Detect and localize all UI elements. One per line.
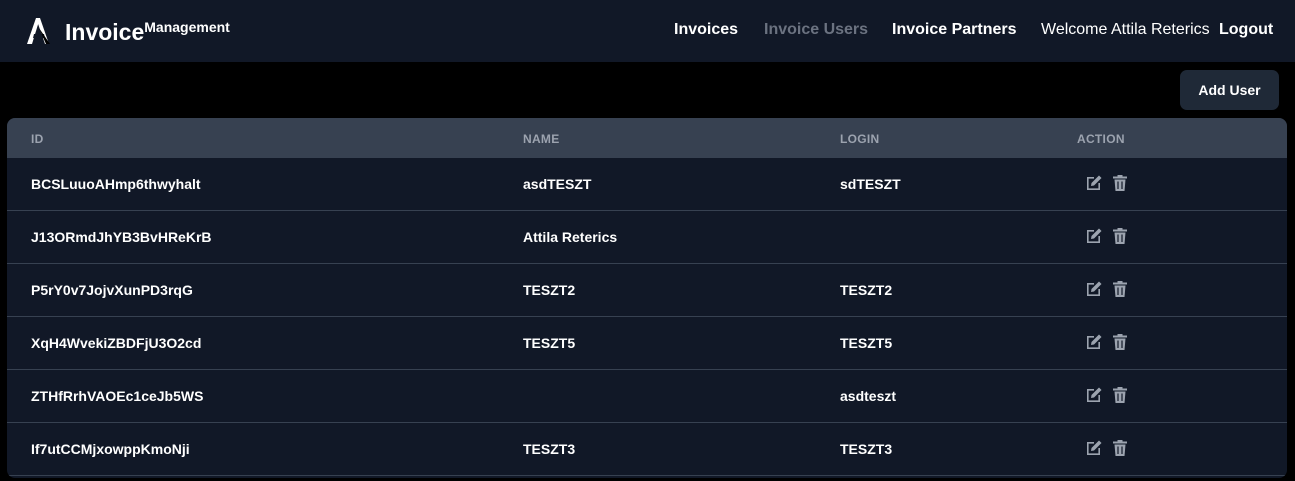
edit-icon[interactable] <box>1085 174 1103 192</box>
brand-title: Invoice <box>65 19 145 45</box>
trash-icon[interactable] <box>1111 280 1129 298</box>
trash-icon[interactable] <box>1111 386 1129 404</box>
cell-name: TESZT3 <box>523 441 576 457</box>
nav-invoice-partners[interactable]: Invoice Partners <box>892 20 1017 40</box>
cell-login: TESZT2 <box>840 282 893 298</box>
cell-id: If7utCCMjxowppKmoNji <box>31 441 190 457</box>
users-table: ID NAME LOGIN ACTION BCSLuuoAHmp6thwyhal… <box>7 118 1287 478</box>
table-header: ID NAME LOGIN ACTION <box>7 118 1287 158</box>
cell-name: TESZT5 <box>523 335 576 351</box>
cell-name: asdTESZT <box>523 176 592 192</box>
brand[interactable]: Invoice Management <box>24 14 230 48</box>
cell-login: sdTESZT <box>840 176 901 192</box>
table-row: P5rY0v7JojvXunPD3rqG TESZT2 TESZT2 <box>7 264 1287 317</box>
table-row: ZTHfRrhVAOEc1ceJb5WS asdteszt <box>7 370 1287 423</box>
nav-invoice-users[interactable]: Invoice Users <box>764 20 868 40</box>
table-row: BCSLuuoAHmp6thwyhalt asdTESZT sdTESZT <box>7 158 1287 211</box>
trash-icon[interactable] <box>1111 439 1129 457</box>
row-actions <box>1085 280 1129 300</box>
cell-name: TESZT2 <box>523 282 576 298</box>
cell-id: XqH4WvekiZBDFjU3O2cd <box>31 335 202 351</box>
trash-icon[interactable] <box>1111 333 1129 351</box>
row-actions <box>1085 174 1129 194</box>
table-row: J13ORmdJhYB3BvHReKrB Attila Reterics <box>7 211 1287 264</box>
column-header-action: ACTION <box>1077 132 1125 146</box>
cell-id: BCSLuuoAHmp6thwyhalt <box>31 176 201 192</box>
trash-icon[interactable] <box>1111 174 1129 192</box>
row-actions <box>1085 386 1129 406</box>
cell-id: J13ORmdJhYB3BvHReKrB <box>31 229 212 245</box>
table-row: If7utCCMjxowppKmoNji TESZT3 TESZT3 <box>7 423 1287 476</box>
row-actions <box>1085 439 1129 459</box>
cell-id: P5rY0v7JojvXunPD3rqG <box>31 282 193 298</box>
brand-logo-icon <box>27 18 50 44</box>
cell-login: TESZT5 <box>840 335 893 351</box>
edit-icon[interactable] <box>1085 227 1103 245</box>
cell-login: TESZT3 <box>840 441 893 457</box>
add-user-button[interactable]: Add User <box>1180 70 1279 110</box>
brand-subtitle: Management <box>144 19 230 35</box>
column-header-id: ID <box>31 132 44 146</box>
row-actions <box>1085 333 1129 353</box>
trash-icon[interactable] <box>1111 227 1129 245</box>
welcome-text: Welcome Attila Reterics <box>1041 21 1210 38</box>
edit-icon[interactable] <box>1085 280 1103 298</box>
nav-invoices[interactable]: Invoices <box>674 20 738 40</box>
cell-login: asdteszt <box>840 388 897 404</box>
edit-icon[interactable] <box>1085 439 1103 457</box>
cell-name: Attila Reterics <box>523 229 618 245</box>
column-header-name: NAME <box>523 132 560 146</box>
table-row: XqH4WvekiZBDFjU3O2cd TESZT5 TESZT5 <box>7 317 1287 370</box>
row-actions <box>1085 227 1129 247</box>
cell-id: ZTHfRrhVAOEc1ceJb5WS <box>31 388 204 404</box>
logout-link[interactable]: Logout <box>1219 20 1273 40</box>
edit-icon[interactable] <box>1085 386 1103 404</box>
edit-icon[interactable] <box>1085 333 1103 351</box>
column-header-login: LOGIN <box>840 132 880 146</box>
navbar: Invoice Management Invoices Invoice User… <box>0 0 1295 62</box>
